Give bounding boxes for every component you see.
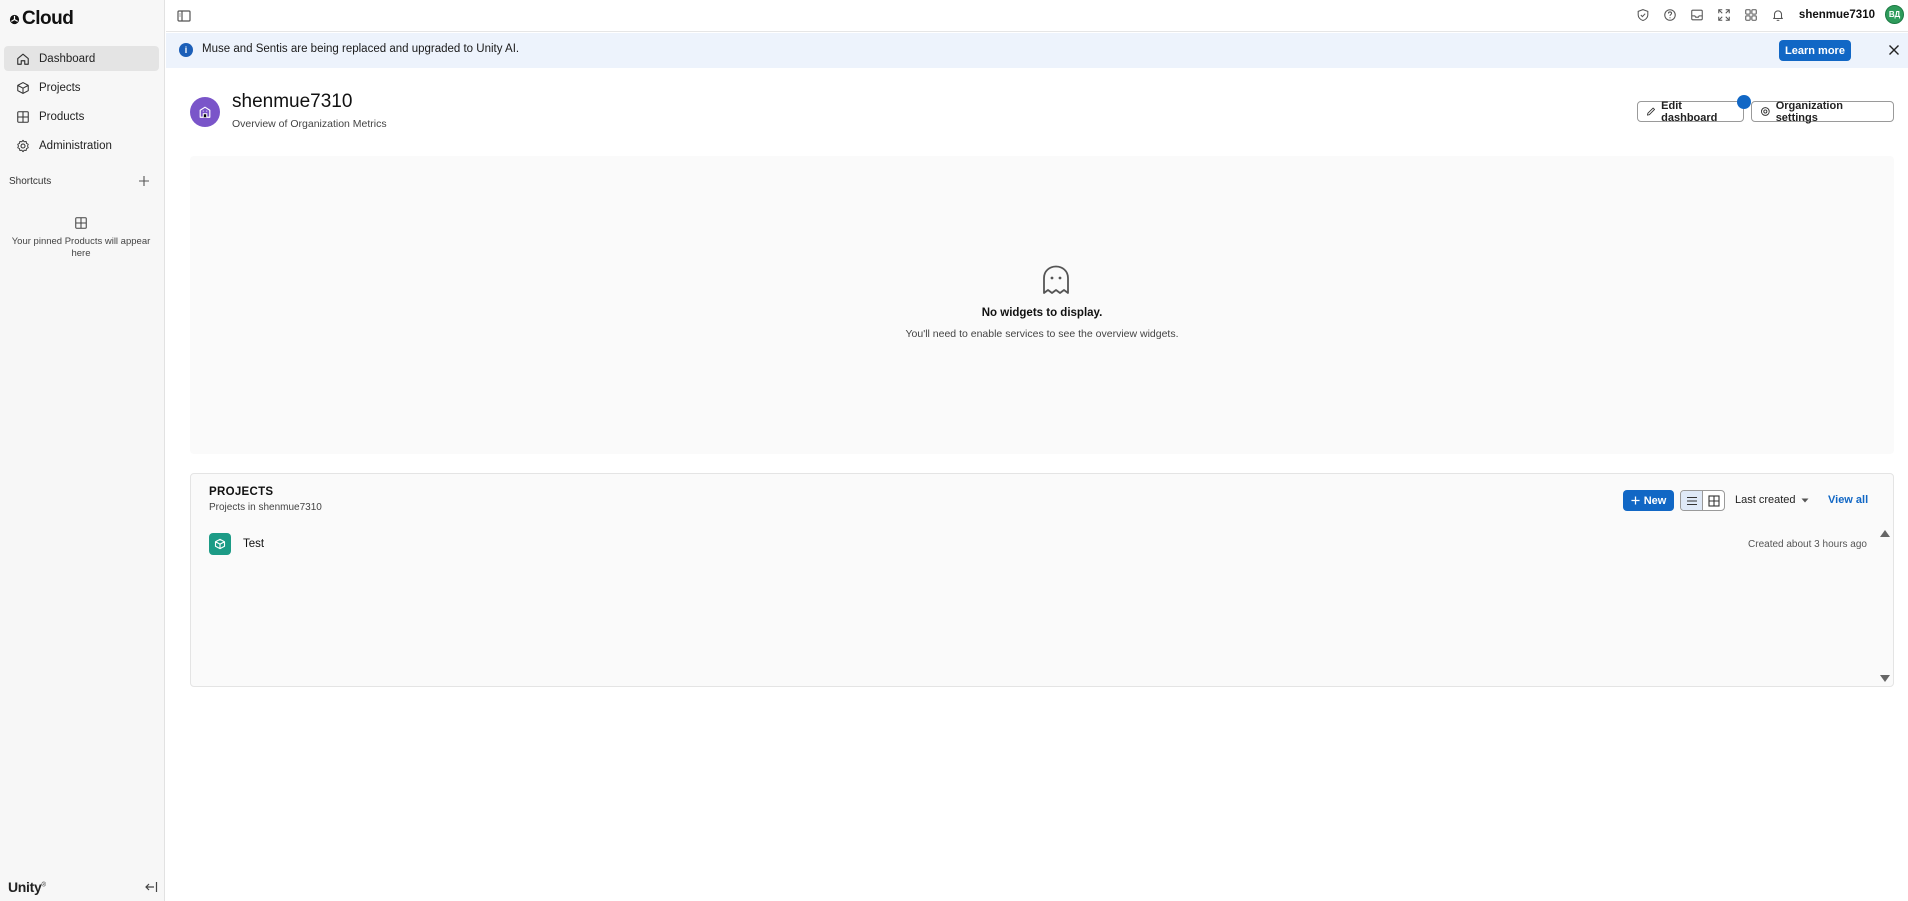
view-all-link[interactable]: View all <box>1828 494 1868 506</box>
notification-dot <box>1737 95 1751 109</box>
unity-brand: Unity® <box>8 879 46 895</box>
panel-toggle-icon[interactable] <box>176 8 192 24</box>
empty-widgets-title: No widgets to display. <box>981 307 1103 319</box>
plus-icon <box>139 176 149 186</box>
organization-settings-label: Organization settings <box>1775 99 1843 124</box>
projects-title: PROJECTS <box>209 486 274 498</box>
shield-icon[interactable] <box>1635 6 1652 23</box>
page-subtitle: Overview of Organization Metrics <box>232 118 387 130</box>
scroll-up-arrow[interactable] <box>1880 530 1890 537</box>
sidebar-item-dashboard[interactable]: Dashboard <box>4 46 159 71</box>
new-project-button[interactable]: New <box>1623 490 1674 511</box>
sort-dropdown[interactable]: Last created <box>1735 494 1809 506</box>
scroll-down-arrow[interactable] <box>1880 675 1890 682</box>
sidebar-item-products[interactable]: Products <box>4 104 159 129</box>
fullscreen-icon[interactable] <box>1716 6 1733 23</box>
announcement-banner: i Muse and Sentis are being replaced and… <box>166 33 1908 68</box>
unity-logo-icon <box>9 14 20 24</box>
projects-subtitle: Projects in shenmue7310 <box>209 502 322 513</box>
pinned-products-empty: Your pinned Products will appear here <box>10 216 152 260</box>
info-icon: i <box>179 43 193 57</box>
project-name[interactable]: Test <box>243 538 264 550</box>
building-icon <box>199 106 211 118</box>
projects-card: PROJECTS Projects in shenmue7310 New Las… <box>190 473 1894 687</box>
shortcuts-label: Shortcuts <box>9 175 52 187</box>
collapse-sidebar-icon[interactable] <box>144 880 158 894</box>
gear-icon <box>1761 107 1770 116</box>
sort-label: Last created <box>1735 494 1796 506</box>
project-cube-icon <box>209 533 231 555</box>
grid-icon <box>75 217 87 229</box>
empty-widgets-subtitle: You'll need to enable services to see th… <box>905 328 1179 340</box>
new-project-label: New <box>1643 494 1667 507</box>
grid-icon <box>17 110 29 123</box>
shortcuts-header: Shortcuts <box>9 173 152 189</box>
pinned-empty-text: Your pinned Products will appear here <box>11 236 151 259</box>
add-shortcut-button[interactable] <box>136 173 152 189</box>
sidebar-item-projects[interactable]: Projects <box>4 75 159 100</box>
user-avatar[interactable]: ВД <box>1885 5 1904 24</box>
home-icon <box>17 53 29 65</box>
sidebar-item-label: Projects <box>39 81 81 94</box>
view-mode-toggle <box>1680 490 1725 511</box>
chevron-down-icon <box>1801 498 1809 502</box>
apps-icon[interactable] <box>1743 6 1760 23</box>
plus-icon <box>1631 496 1640 505</box>
project-row[interactable]: Test Created about 3 hours ago <box>209 533 1869 555</box>
top-bar-actions: shenmue7310 ВД <box>1635 5 1904 24</box>
logo-text: Cloud <box>22 8 74 29</box>
cube-icon <box>17 81 29 94</box>
sidebar: Cloud Dashboard Projects Products Admini… <box>0 0 165 901</box>
sidebar-item-label: Administration <box>39 139 112 152</box>
grid-icon <box>1707 494 1720 507</box>
organization-avatar <box>190 97 220 127</box>
list-icon <box>1686 496 1697 505</box>
ghost-icon <box>1043 265 1069 294</box>
sidebar-item-administration[interactable]: Administration <box>4 133 159 158</box>
top-bar: shenmue7310 ВД <box>166 0 1908 32</box>
gear-icon <box>17 139 29 152</box>
organization-settings-button[interactable]: Organization settings <box>1751 99 1894 124</box>
grid-view-button[interactable] <box>1703 491 1724 510</box>
sidebar-nav: Dashboard Projects Products Administrati… <box>4 46 159 162</box>
widgets-area: No widgets to display. You'll need to en… <box>190 156 1894 454</box>
edit-dashboard-label: Edit dashboard <box>1661 99 1718 124</box>
inbox-icon[interactable] <box>1689 6 1706 23</box>
sidebar-item-label: Dashboard <box>39 52 96 65</box>
help-icon[interactable] <box>1662 6 1679 23</box>
edit-dashboard-button[interactable]: Edit dashboard <box>1637 99 1744 124</box>
list-view-button[interactable] <box>1681 491 1703 510</box>
cloud-logo[interactable]: Cloud <box>9 8 74 30</box>
app-root: Cloud Dashboard Projects Products Admini… <box>0 0 1908 901</box>
project-created: Created about 3 hours ago <box>1748 538 1867 550</box>
page-title: shenmue7310 <box>232 91 353 112</box>
sidebar-item-label: Products <box>39 110 85 123</box>
sidebar-footer: Unity® <box>8 873 158 901</box>
banner-message: Muse and Sentis are being replaced and u… <box>202 43 520 55</box>
learn-more-button[interactable]: Learn more <box>1779 40 1851 61</box>
bell-icon[interactable] <box>1770 6 1787 23</box>
username-label[interactable]: shenmue7310 <box>1799 9 1875 21</box>
close-icon[interactable] <box>1886 42 1902 58</box>
pencil-icon <box>1647 107 1655 116</box>
